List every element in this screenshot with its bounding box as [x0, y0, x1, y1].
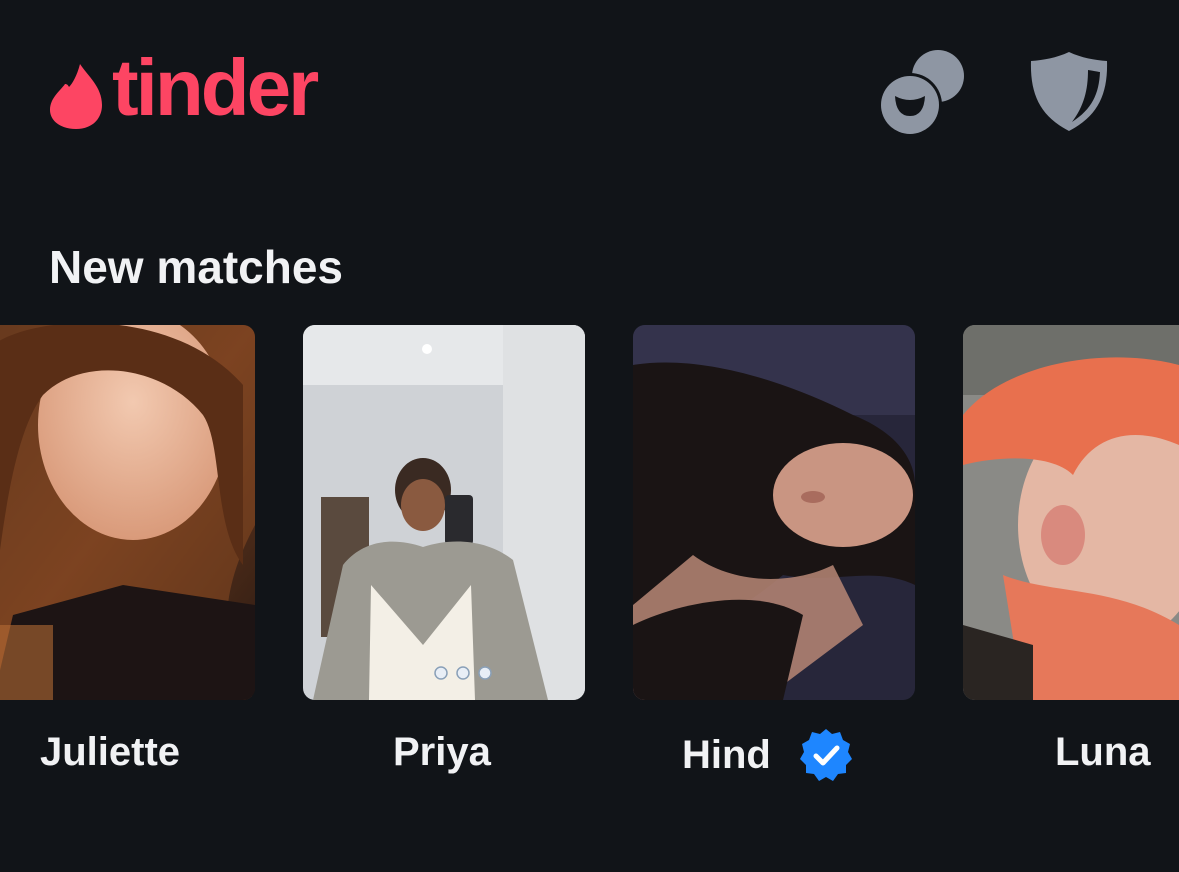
flame-icon [50, 64, 102, 129]
match-name-label: Juliette [40, 730, 181, 774]
match-card-juliette[interactable] [0, 325, 255, 700]
match-card-luna[interactable] [963, 325, 1179, 700]
match-name: Priya [393, 728, 491, 776]
match-name: Juliette [40, 728, 180, 776]
new-matches-heading: New matches [49, 241, 344, 293]
profile-photo [963, 325, 1179, 700]
match-card-hind[interactable] [633, 325, 915, 700]
profile-photo [303, 325, 585, 700]
brand-wordmark: tinder [112, 43, 319, 132]
match-name: Luna [1055, 728, 1151, 776]
tinder-logo: tinder [48, 48, 319, 132]
match-card-priya[interactable] [303, 325, 585, 700]
match-name-label: Hind [682, 733, 771, 777]
match-name-label: Luna [1055, 730, 1151, 774]
app-screen: tinder New matches Juliette Priya Hind L… [0, 0, 1179, 872]
profile-photo [0, 325, 255, 700]
matches-chat-icon[interactable] [880, 50, 968, 136]
profile-photo [633, 325, 915, 700]
match-name-label: Priya [393, 730, 491, 774]
verified-badge-icon [799, 729, 852, 781]
match-name: Hind [682, 728, 853, 782]
shield-safety-icon[interactable] [1028, 50, 1110, 132]
